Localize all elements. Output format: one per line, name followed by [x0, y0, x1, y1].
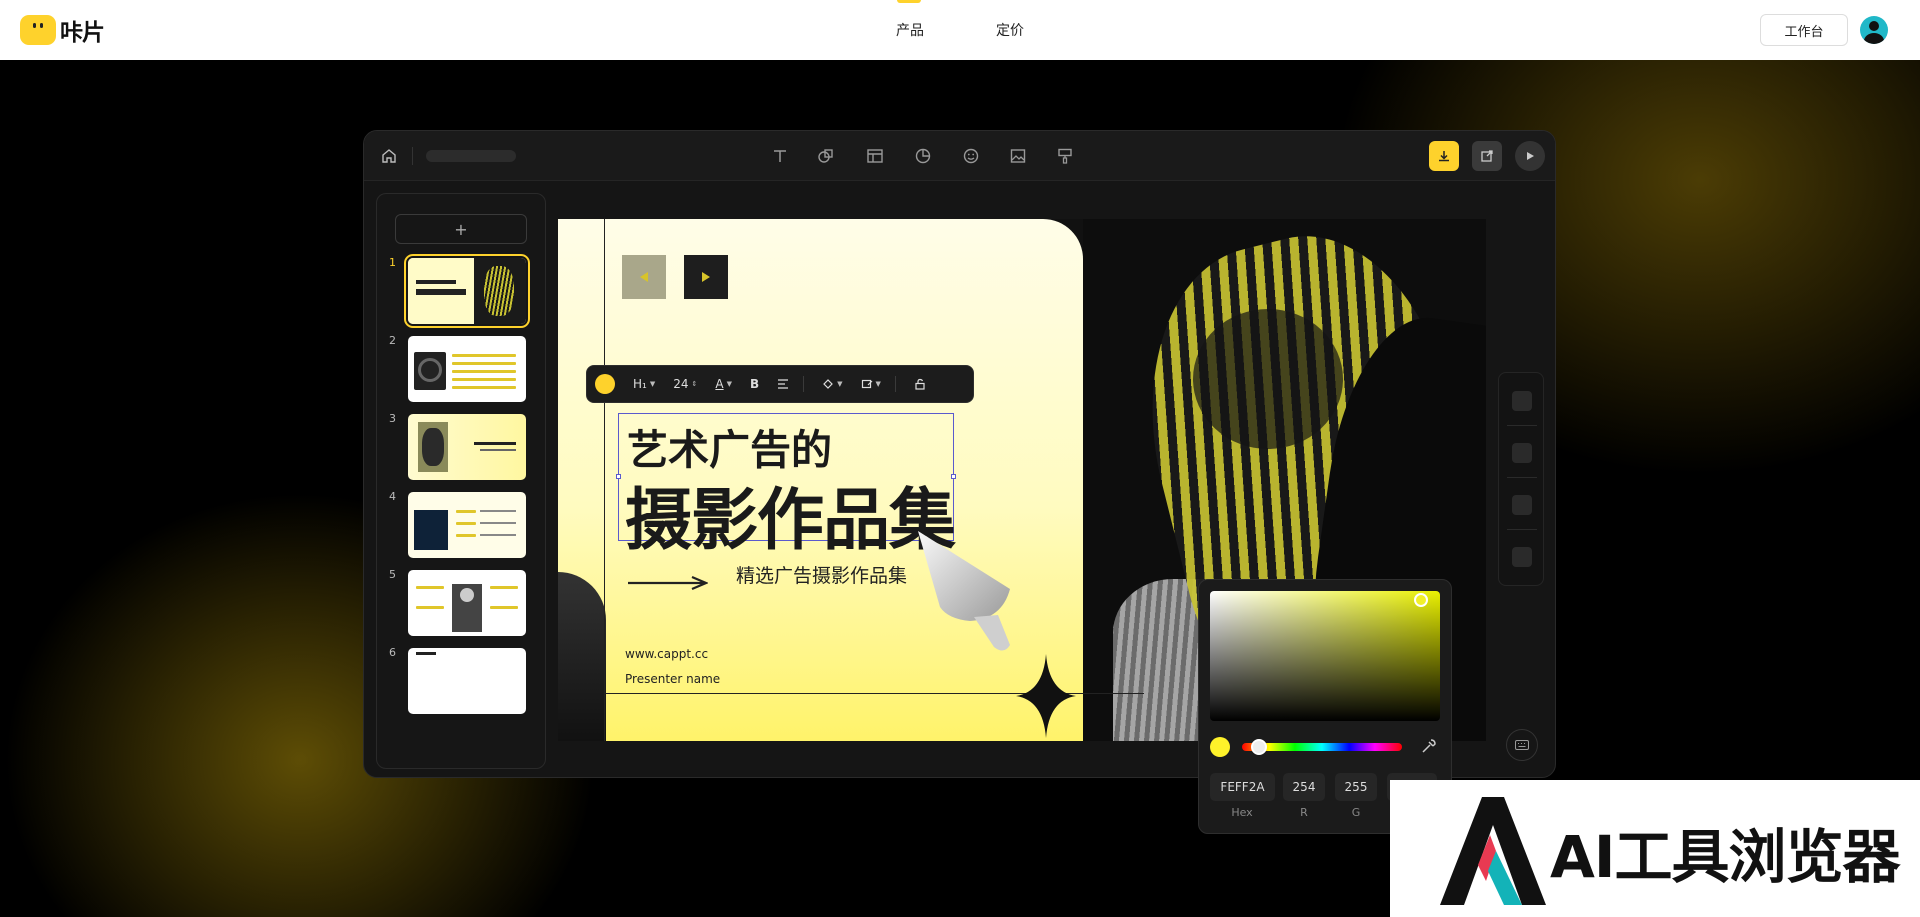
top-nav-bar: 咔片 产品 定价 工作台: [0, 0, 1920, 60]
slide-thumbnail-2[interactable]: [408, 336, 526, 402]
eyedropper-icon[interactable]: [1419, 738, 1437, 756]
font-size-stepper[interactable]: 24 ⇕: [673, 377, 697, 391]
green-input[interactable]: 255: [1335, 773, 1377, 801]
side-tool-icon[interactable]: [1512, 391, 1532, 411]
slide-number: 3: [389, 412, 396, 425]
slide-number: 6: [389, 646, 396, 659]
play-button[interactable]: [1515, 141, 1545, 171]
unlock-icon[interactable]: [914, 378, 926, 390]
decorative-vertical-line: [604, 219, 605, 741]
bold-button[interactable]: B: [750, 377, 759, 391]
layout-tool-icon[interactable]: [864, 145, 886, 167]
slide-subtitle[interactable]: 精选广告摄影作品集: [736, 561, 907, 588]
hue-slider-knob[interactable]: [1251, 739, 1267, 755]
share-button[interactable]: [1472, 141, 1502, 171]
saturation-value-area[interactable]: [1210, 591, 1440, 721]
hex-label: Hex: [1231, 806, 1253, 819]
active-nav-indicator: [897, 0, 921, 3]
watermark-a-icon: [1440, 797, 1546, 905]
slide-number: 5: [389, 568, 396, 581]
slide-next-arrow-icon[interactable]: [684, 255, 728, 299]
sparkle-star-decoration: [1016, 654, 1076, 738]
text-format-toolbar: H₁ ▼ 24 ⇕ A ▼ B ▼ ▼: [586, 365, 974, 403]
add-slide-button[interactable]: +: [395, 214, 527, 244]
logo[interactable]: 咔片: [20, 15, 105, 46]
slide-thumbnail-6[interactable]: [408, 648, 526, 714]
slide-title-line-2: 摄影作品集: [625, 481, 956, 559]
slide-thumbnail-1[interactable]: [404, 254, 530, 328]
slide-url-text[interactable]: www.cappt.cc: [625, 647, 708, 661]
saturation-knob[interactable]: [1414, 593, 1428, 607]
workbench-button[interactable]: 工作台: [1760, 14, 1848, 46]
download-button[interactable]: [1429, 141, 1459, 171]
slide-number: 1: [389, 256, 396, 269]
slide-number: 4: [389, 490, 396, 503]
arrow-decoration-icon: [628, 575, 708, 591]
current-color-swatch: [1210, 737, 1230, 757]
editor-toolbar: [364, 131, 1555, 181]
fill-color-icon[interactable]: ▼: [822, 378, 843, 390]
slide-presenter-text[interactable]: Presenter name: [625, 672, 720, 686]
logo-text: 咔片: [60, 20, 105, 46]
image-tool-icon[interactable]: [1007, 145, 1029, 167]
emoji-tool-icon[interactable]: [960, 145, 982, 167]
side-tool-icon[interactable]: [1512, 443, 1532, 463]
right-side-toolbar: [1498, 372, 1544, 586]
keyboard-shortcuts-icon[interactable]: [1506, 729, 1538, 761]
slide-thumbnail-4[interactable]: [408, 492, 526, 558]
toolbar-divider: [412, 147, 413, 165]
watermark-logo: AI工具浏览器: [1390, 780, 1920, 917]
decorative-corner: [558, 572, 606, 741]
3d-cone-decoration: [918, 531, 1010, 651]
slide-list-panel: + 1 2 3 4 5 6: [376, 193, 546, 769]
format-painter-icon[interactable]: [1054, 145, 1076, 167]
watermark-text: AI工具浏览器: [1550, 823, 1900, 891]
font-color-select[interactable]: A ▼: [715, 377, 732, 391]
slide-thumbnail-3[interactable]: [408, 414, 526, 480]
green-label: G: [1351, 806, 1361, 819]
chart-tool-icon[interactable]: [912, 145, 934, 167]
toolbar-divider: [894, 376, 896, 392]
selected-title-textbox[interactable]: 艺术广告的 摄影作品集: [616, 413, 956, 559]
toolbar-divider: [803, 376, 805, 392]
red-input[interactable]: 254: [1283, 773, 1325, 801]
resize-handle[interactable]: [616, 474, 621, 479]
slide-number: 2: [389, 334, 396, 347]
heading-select[interactable]: H₁ ▼: [633, 377, 655, 391]
border-style-icon[interactable]: ▼: [861, 378, 881, 390]
hex-input[interactable]: FEFF2A: [1210, 773, 1275, 801]
slide-prev-arrow-icon[interactable]: [622, 255, 666, 299]
nav-product-link[interactable]: 产品: [896, 20, 924, 40]
slide-thumbnail-5[interactable]: [408, 570, 526, 636]
ai-assistant-icon[interactable]: [595, 374, 615, 394]
side-tool-icon[interactable]: [1512, 547, 1532, 567]
user-avatar[interactable]: [1860, 16, 1888, 44]
red-label: R: [1300, 806, 1308, 819]
nav-pricing-link[interactable]: 定价: [996, 20, 1024, 40]
document-title-placeholder[interactable]: [426, 150, 516, 162]
text-tool-icon[interactable]: [769, 145, 791, 167]
logo-icon: [20, 15, 56, 45]
side-tool-icon[interactable]: [1512, 495, 1532, 515]
shape-tool-icon[interactable]: [815, 145, 837, 167]
align-icon[interactable]: [777, 378, 789, 390]
home-icon[interactable]: [378, 145, 400, 167]
